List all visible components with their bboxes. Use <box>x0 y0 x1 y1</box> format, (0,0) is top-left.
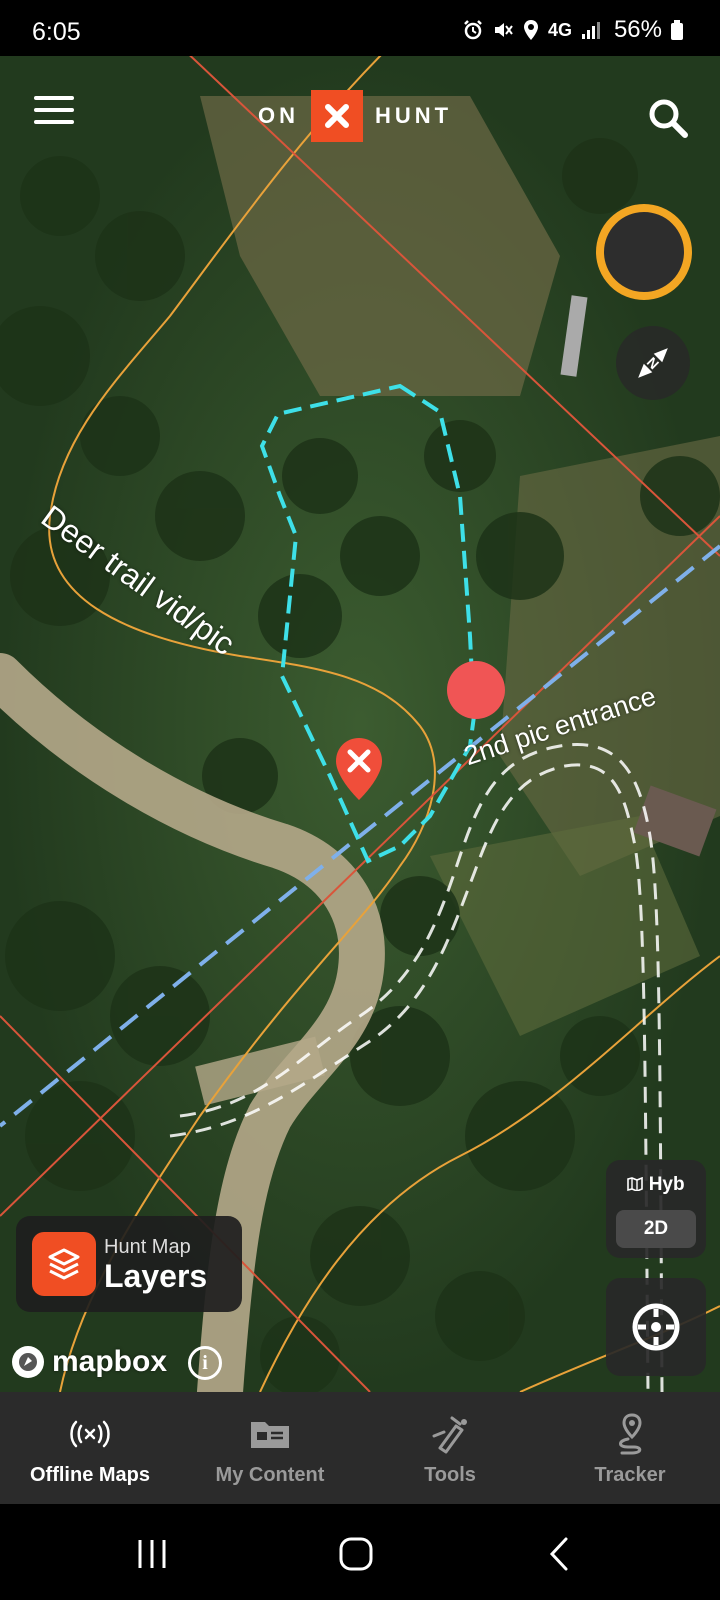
offline-maps-icon <box>68 1414 112 1454</box>
network-type: 4G <box>547 19 572 40</box>
layers-subtitle: Hunt Map <box>104 1236 191 1258</box>
nav-tracker[interactable]: Tracker <box>540 1392 720 1504</box>
my-content-icon <box>248 1414 292 1454</box>
hunt-map-layers-button[interactable]: Hunt Map Layers <box>16 1216 242 1312</box>
tools-icon <box>428 1414 472 1454</box>
waypoint-x-icon <box>336 738 382 800</box>
layers-title: Layers <box>104 1258 208 1294</box>
home-button[interactable] <box>336 1534 386 1574</box>
compass-button[interactable]: N <box>616 326 690 400</box>
nav-my-content-label: My Content <box>215 1464 325 1486</box>
status-time: 6:05 <box>32 18 81 46</box>
locate-compass-icon <box>632 1303 680 1351</box>
map-mode-toggle[interactable]: Hyb 2D <box>606 1160 706 1258</box>
nav-offline-maps[interactable]: Offline Maps <box>0 1392 180 1504</box>
nav-my-content[interactable]: My Content <box>180 1392 360 1504</box>
menu-icon <box>34 96 78 124</box>
nav-offline-maps-label: Offline Maps <box>29 1464 150 1486</box>
search-icon <box>649 99 688 138</box>
map-icon <box>627 1176 644 1192</box>
nav-tracker-label: Tracker <box>594 1464 666 1486</box>
nav-tools-label: Tools <box>424 1464 476 1486</box>
compass-north-icon: N <box>638 348 668 378</box>
mapbox-icon <box>12 1346 44 1378</box>
signal-icon <box>581 22 600 39</box>
nav-tools[interactable]: Tools <box>360 1392 540 1504</box>
app-logo: ON HUNT <box>258 90 452 142</box>
view-2d-toggle[interactable]: 2D <box>616 1210 696 1248</box>
recent-apps-icon <box>138 1540 166 1568</box>
battery-percent: 56% <box>613 16 662 43</box>
location-icon <box>523 20 538 40</box>
logo-x-icon <box>311 90 363 142</box>
attribution-info-button[interactable]: i <box>188 1346 222 1380</box>
mapbox-wordmark: mapbox <box>52 1345 168 1378</box>
bottom-navigation: Offline Maps My Content Tools Tracker <box>0 1392 720 1504</box>
layers-icon <box>32 1232 96 1296</box>
recent-apps-button[interactable] <box>132 1534 182 1574</box>
alarm-icon <box>464 20 482 40</box>
map-mode-hyb[interactable]: Hyb <box>606 1174 706 1196</box>
waypoint-marker[interactable] <box>334 736 384 802</box>
map-mode-label: Hyb <box>648 1174 685 1195</box>
status-bar: 6:05 4G 56% <box>0 0 720 56</box>
back-icon <box>549 1537 568 1571</box>
mute-icon <box>494 23 513 37</box>
logo-text-left: ON <box>258 103 299 128</box>
tracker-icon <box>608 1413 652 1455</box>
status-icons: 4G 56% <box>462 16 684 44</box>
search-button[interactable] <box>646 96 690 140</box>
system-navigation-bar <box>0 1504 720 1600</box>
home-icon <box>339 1537 373 1571</box>
back-button[interactable] <box>540 1534 590 1574</box>
logo-text-right: HUNT <box>375 103 453 128</box>
record-track-button[interactable] <box>596 204 692 300</box>
mapbox-logo[interactable]: mapbox <box>10 1344 167 1380</box>
locate-button[interactable] <box>606 1278 706 1376</box>
menu-button[interactable] <box>34 96 78 132</box>
battery-icon <box>671 20 683 40</box>
